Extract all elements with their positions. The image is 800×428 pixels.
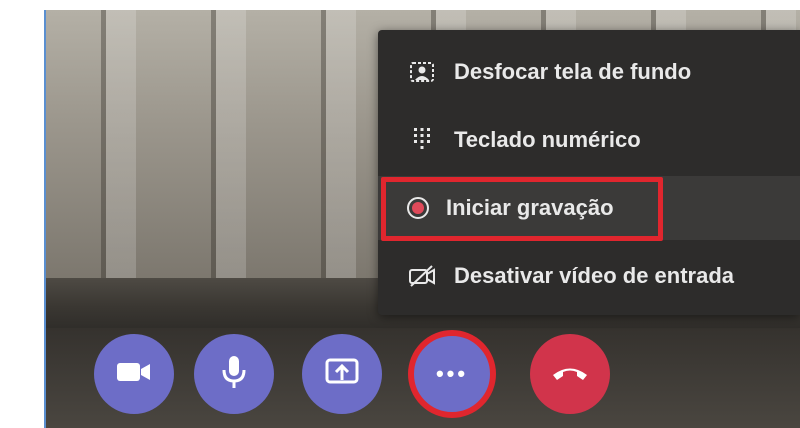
menu-item-blur-background[interactable]: Desfocar tela de fundo [378,40,800,104]
menu-item-label: Teclado numérico [454,127,641,152]
video-off-icon [408,262,436,290]
menu-item-label: Iniciar gravação [446,195,614,220]
dialpad-icon [408,126,436,154]
microphone-button[interactable] [194,334,274,414]
menu-item-disable-incoming-video[interactable]: Desativar vídeo de entrada [378,244,800,308]
blur-background-icon [408,58,436,86]
hang-up-button[interactable] [530,334,610,414]
menu-item-dialpad[interactable]: Teclado numérico [378,108,800,172]
phone-hangup-icon [550,362,590,387]
share-screen-icon [324,356,360,393]
microphone-icon [219,354,249,395]
menu-item-label: Desfocar tela de fundo [454,59,692,84]
camera-icon [114,358,154,391]
record-icon [404,194,432,222]
camera-button[interactable] [94,334,174,414]
more-actions-menu: Desfocar tela de fundo Teclado numérico … [378,30,800,315]
menu-item-start-recording[interactable]: Iniciar gravação [378,176,800,240]
menu-item-label: Desativar vídeo de entrada [454,263,735,288]
more-actions-button[interactable]: ••• [408,330,496,418]
share-screen-button[interactable] [302,334,382,414]
ellipsis-icon: ••• [435,361,469,386]
